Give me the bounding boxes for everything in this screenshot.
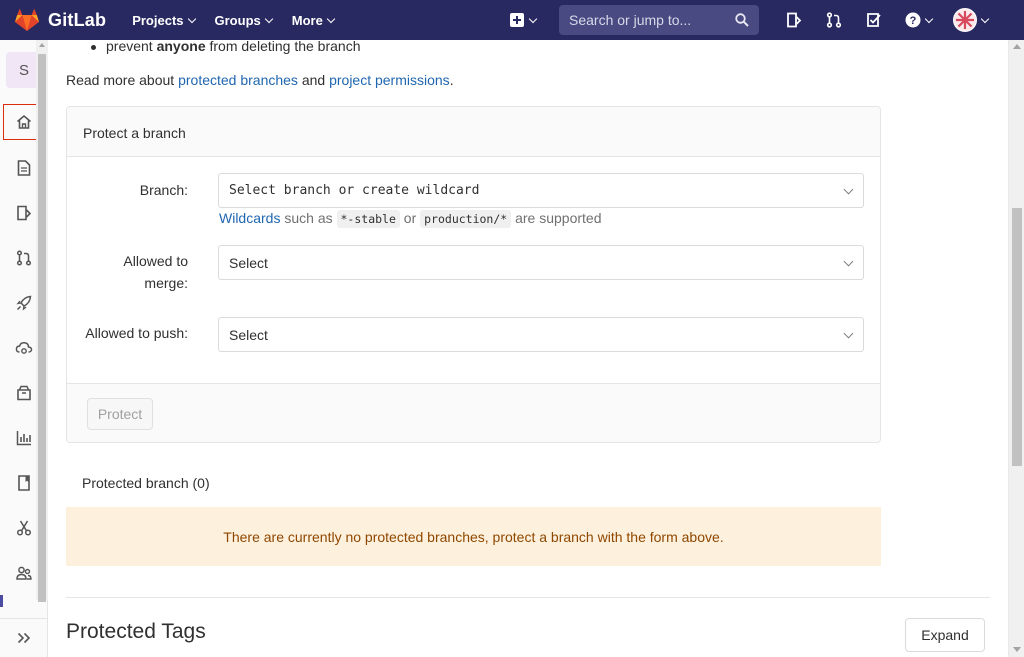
no-protected-branches-alert: There are currently no protected branche… xyxy=(66,507,881,566)
chevron-down-icon xyxy=(326,14,336,23)
rule-bullet: prevent anyone from deleting the branch xyxy=(90,40,361,54)
identicon-icon xyxy=(953,9,976,31)
wildcard-hint: Wildcards such as *-stable or production… xyxy=(219,210,602,228)
readmore-suffix: . xyxy=(449,72,454,88)
double-chevron-right-icon xyxy=(17,632,31,644)
todo-check-icon xyxy=(867,13,881,27)
chevron-down-icon xyxy=(528,14,538,23)
avatar xyxy=(952,8,977,32)
read-more-text: Read more about protected branches and p… xyxy=(66,72,454,88)
chevron-down-icon xyxy=(924,14,933,23)
protect-branch-card: Protect a branch Branch: Select branch o… xyxy=(66,106,881,443)
rocket-icon xyxy=(16,295,32,311)
menu-more-label: More xyxy=(291,12,323,28)
merge-request-icon xyxy=(16,250,32,266)
chevron-down-icon xyxy=(264,14,273,23)
allowed-to-merge-dropdown[interactable]: Select xyxy=(218,245,864,280)
card-footer: Protect xyxy=(67,383,880,442)
hint-code-stable: *-stable xyxy=(336,210,400,228)
hint-text-1: such as xyxy=(280,210,337,226)
cloud-icon xyxy=(15,342,33,354)
package-icon xyxy=(17,385,31,401)
allowed-to-merge-label: Allowed to merge: xyxy=(123,253,188,291)
collapse-sidebar-button[interactable] xyxy=(0,618,48,657)
allowed-to-push-dropdown[interactable]: Select xyxy=(218,317,864,352)
user-menu-dropdown[interactable] xyxy=(942,8,998,32)
readmore-prefix: Read more about xyxy=(66,72,179,88)
sidebar-active-indicator xyxy=(0,595,3,607)
readmore-middle: and xyxy=(297,72,330,88)
card-title: Protect a branch xyxy=(67,107,880,157)
expand-button[interactable]: Expand xyxy=(905,618,985,652)
top-navbar: GitLab Projects Groups More ? xyxy=(0,0,1024,40)
bullet-suffix: from deleting the branch xyxy=(205,40,361,54)
main-menu: Projects Groups More xyxy=(132,13,354,28)
protected-branches-link[interactable]: protected branches xyxy=(178,72,298,88)
hint-text-2: or xyxy=(399,210,421,226)
navbar-right: ? xyxy=(510,0,989,40)
sidebar-scroll-thumb[interactable] xyxy=(38,54,46,602)
chart-icon xyxy=(16,431,31,446)
menu-more[interactable]: More xyxy=(291,12,336,28)
search-box[interactable] xyxy=(559,5,759,35)
page-scroll-thumb[interactable] xyxy=(1012,208,1022,466)
branch-label: Branch: xyxy=(139,182,188,198)
issues-icon xyxy=(17,205,32,221)
navbar-icons: ? xyxy=(774,0,998,40)
todos-button[interactable] xyxy=(854,12,894,28)
project-avatar-letter: S xyxy=(18,61,29,79)
new-item-dropdown[interactable] xyxy=(510,13,550,27)
main-content: prevent anyone from deleting the branch … xyxy=(48,40,1008,657)
menu-groups[interactable]: Groups xyxy=(214,12,273,28)
search-icon xyxy=(735,13,749,27)
file-icon xyxy=(17,160,31,176)
todo-issues-button[interactable] xyxy=(774,12,814,28)
help-dropdown[interactable]: ? xyxy=(894,12,942,28)
merge-dropdown-value: Select xyxy=(229,254,268,271)
project-permissions-link[interactable]: project permissions xyxy=(329,72,450,88)
plus-square-icon xyxy=(510,13,524,27)
wildcards-link[interactable]: Wildcards xyxy=(219,210,280,226)
protected-tags-title: Protected Tags xyxy=(66,620,206,643)
bullet-emphasis: anyone xyxy=(156,40,206,54)
section-divider xyxy=(66,597,990,598)
chevron-down-icon xyxy=(843,328,854,339)
menu-projects[interactable]: Projects xyxy=(132,12,196,28)
question-icon: ? xyxy=(905,12,920,28)
push-dropdown-value: Select xyxy=(229,326,268,343)
gitlab-tanuki-icon xyxy=(15,8,39,31)
bullet-prefix: prevent xyxy=(106,40,157,54)
scroll-up-arrow-icon[interactable] xyxy=(39,43,45,47)
sidebar-scrollbar[interactable] xyxy=(36,40,48,602)
members-icon xyxy=(16,566,32,580)
merge-requests-button[interactable] xyxy=(814,12,854,28)
issues-icon xyxy=(787,12,802,28)
chevron-down-icon xyxy=(187,14,196,23)
protected-branches-title: Protected branch (0) xyxy=(82,475,210,491)
page-scrollbar[interactable] xyxy=(1008,40,1024,657)
chevron-down-icon xyxy=(843,256,854,267)
brand-name: GitLab xyxy=(48,9,107,30)
menu-groups-label: Groups xyxy=(214,12,261,28)
scissors-icon xyxy=(16,520,32,536)
home-icon xyxy=(16,114,32,129)
hint-text-3: are supported xyxy=(511,210,602,226)
allowed-to-push-label: Allowed to push: xyxy=(85,325,188,341)
svg-text:?: ? xyxy=(909,15,916,27)
scroll-up-arrow-icon[interactable] xyxy=(1013,44,1021,49)
branch-dropdown[interactable]: Select branch or create wildcard xyxy=(218,173,864,208)
chevron-down-icon xyxy=(843,184,854,195)
hint-code-production: production/* xyxy=(420,210,512,228)
protect-button[interactable]: Protect xyxy=(87,398,153,430)
chevron-down-icon xyxy=(980,14,989,23)
branch-dropdown-text: Select branch or create wildcard xyxy=(229,183,480,198)
menu-projects-label: Projects xyxy=(132,12,184,28)
project-sidebar: S xyxy=(0,40,48,657)
book-icon xyxy=(18,475,30,491)
merge-request-icon xyxy=(826,12,842,28)
search-input[interactable] xyxy=(569,12,729,28)
scroll-down-arrow-icon[interactable] xyxy=(1013,647,1021,652)
gitlab-logo-link[interactable]: GitLab xyxy=(14,0,106,40)
